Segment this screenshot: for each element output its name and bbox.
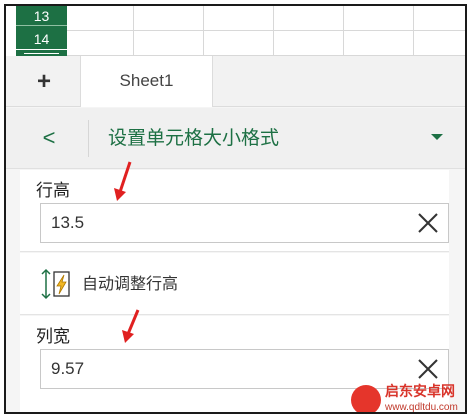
column-width-clear-button[interactable] (414, 355, 442, 383)
back-button[interactable]: < (34, 122, 64, 154)
grid-cells[interactable] (67, 6, 465, 56)
autofit-row-height-icon (41, 268, 70, 300)
row-height-label: 行高 (36, 181, 70, 201)
panel-title: 设置单元格大小格式 (108, 127, 280, 149)
autofit-row-height-section[interactable]: 自动调整行高 (20, 253, 449, 315)
row-height-field[interactable]: 13.5 (40, 203, 449, 243)
row-header-14[interactable]: 14 (16, 30, 67, 54)
back-chevron-icon: < (42, 125, 56, 150)
autofit-row-height-label: 自动调整行高 (82, 274, 179, 293)
watermark-brand: 启东安卓网 (385, 384, 455, 400)
tab-sheet1[interactable]: Sheet1 (80, 56, 213, 107)
row-headers: 13 14 (16, 6, 67, 56)
row-height-section: 行高 13.5 (20, 170, 449, 252)
column-width-value[interactable]: 9.57 (51, 350, 84, 388)
annotation-arrow-icon (122, 309, 140, 343)
grid-line (413, 6, 414, 56)
panel-header: < 设置单元格大小格式 (6, 108, 465, 169)
dropdown-caret-icon[interactable] (431, 134, 443, 140)
add-icon: + (36, 68, 51, 95)
add-sheet-button[interactable]: + (24, 62, 64, 102)
column-width-label: 列宽 (36, 327, 70, 347)
watermark-logo-icon (351, 385, 381, 412)
grid-line (133, 6, 134, 56)
spreadsheet-grid: 13 14 (6, 6, 465, 56)
watermark: 启东安卓网 www.qdltdu.com (351, 383, 465, 413)
annotation-arrow-icon (114, 161, 132, 201)
app-frame: 13 14 + Sheet1 < 设置单元格大小格式 行高 13.5 自动调整行… (4, 4, 467, 414)
sheet-tab-bar: + Sheet1 (6, 56, 465, 107)
grid-line (343, 6, 344, 56)
grid-line (273, 6, 274, 56)
row-header-13[interactable]: 13 (16, 7, 67, 26)
grid-line (203, 6, 204, 56)
row-height-value[interactable]: 13.5 (51, 204, 84, 242)
clear-x-icon (418, 359, 438, 379)
header-divider (88, 120, 89, 157)
row-height-clear-button[interactable] (414, 209, 442, 237)
clear-x-icon (418, 213, 438, 233)
watermark-url: www.qdltdu.com (385, 402, 458, 413)
grid-line (67, 30, 465, 31)
